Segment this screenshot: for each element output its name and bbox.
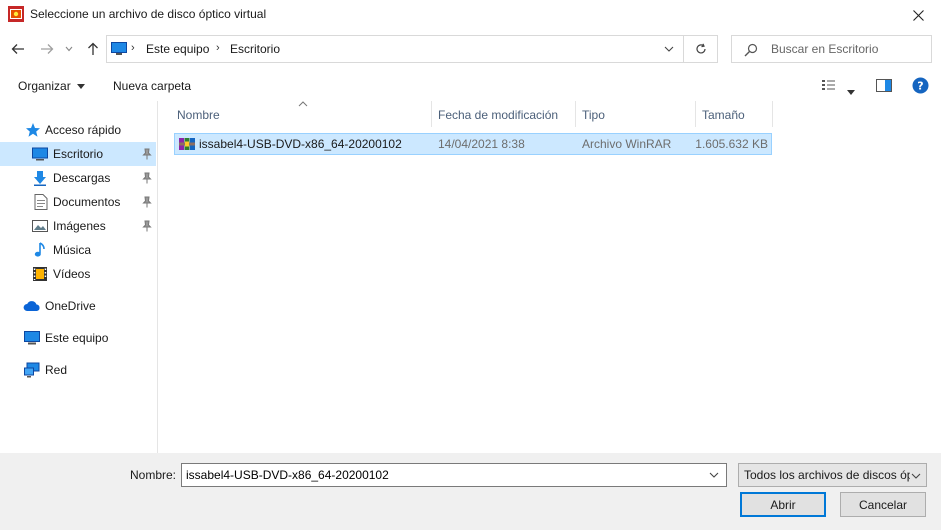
- view-options-dropdown[interactable]: [847, 84, 855, 98]
- nav-item-este-equipo[interactable]: Este equipo: [0, 326, 156, 350]
- file-type-filter-value: Todos los archivos de discos óp: [744, 468, 914, 482]
- cancel-button[interactable]: Cancelar: [840, 492, 926, 517]
- column-header-label: Tamaño: [702, 108, 745, 122]
- column-header-tipo[interactable]: Tipo: [576, 101, 696, 127]
- nav-item-musica[interactable]: Música: [0, 238, 156, 262]
- pictures-icon: [32, 220, 48, 232]
- close-button[interactable]: [895, 0, 941, 30]
- breadcrumb-este-equipo[interactable]: Este equipo: [146, 42, 209, 56]
- star-icon: [26, 123, 40, 137]
- music-icon: [34, 242, 45, 257]
- arrow-left-icon: [11, 44, 24, 54]
- cloud-icon: [23, 301, 40, 311]
- documents-icon: [34, 194, 48, 210]
- file-modified: 14/04/2021 8:38: [438, 137, 525, 151]
- column-header-label: Tipo: [582, 108, 605, 122]
- computer-icon: [111, 42, 127, 55]
- desktop-icon: [32, 147, 48, 161]
- breadcrumb-escritorio[interactable]: Escritorio: [230, 42, 280, 56]
- preview-pane-icon: [876, 79, 892, 92]
- refresh-button[interactable]: [684, 35, 718, 63]
- download-icon: [34, 171, 46, 186]
- pin-icon: [142, 196, 152, 208]
- breadcrumb-separator: ›: [216, 42, 220, 54]
- column-header-fecha[interactable]: Fecha de modificación: [432, 101, 576, 127]
- navigation-pane: Acceso rápido Escritorio Descargas Docum…: [0, 101, 158, 453]
- help-button[interactable]: ?: [912, 77, 929, 97]
- nav-item-imagenes[interactable]: Imágenes: [0, 214, 156, 238]
- help-icon: ?: [912, 77, 929, 94]
- caret-down-icon: [847, 90, 855, 95]
- breadcrumb-separator: ›: [131, 42, 135, 54]
- chevron-down-icon[interactable]: [708, 469, 720, 481]
- window-title: Seleccione un archivo de disco óptico vi…: [30, 7, 267, 21]
- virtualbox-app-icon: [8, 6, 24, 22]
- chevron-down-icon: [65, 46, 73, 52]
- back-button[interactable]: [8, 40, 28, 58]
- nav-item-label: Imágenes: [53, 219, 106, 233]
- column-header-tamano[interactable]: Tamaño: [696, 101, 773, 127]
- close-icon: [912, 9, 924, 21]
- nav-item-label: OneDrive: [45, 299, 96, 313]
- nav-item-acceso-rapido[interactable]: Acceso rápido: [0, 118, 156, 142]
- winrar-archive-icon: [179, 138, 195, 150]
- nav-item-red[interactable]: Red: [0, 358, 156, 382]
- file-name-input[interactable]: [181, 463, 727, 487]
- nav-item-label: Acceso rápido: [45, 123, 122, 137]
- address-bar[interactable]: › Este equipo › Escritorio: [106, 35, 684, 63]
- nav-item-descargas[interactable]: Descargas: [0, 166, 156, 190]
- search-placeholder: Buscar en Escritorio: [771, 42, 879, 56]
- column-header-label: Fecha de modificación: [438, 108, 559, 122]
- nav-item-label: Música: [53, 243, 92, 257]
- nav-item-label: Este equipo: [45, 331, 109, 345]
- column-header-label: Nombre: [177, 108, 220, 122]
- new-folder-button[interactable]: Nueva carpeta: [113, 79, 191, 93]
- svg-text:?: ?: [917, 80, 923, 93]
- nav-item-label: Vídeos: [53, 267, 91, 281]
- caret-down-icon: [76, 84, 85, 90]
- nav-item-label: Documentos: [53, 195, 121, 209]
- file-name-label: Nombre:: [130, 468, 177, 482]
- videos-icon: [33, 267, 47, 281]
- file-type: Archivo WinRAR: [582, 137, 672, 151]
- nav-item-label: Descargas: [53, 171, 111, 185]
- file-type-filter-select[interactable]: Todos los archivos de discos óp: [738, 463, 927, 487]
- pin-icon: [142, 172, 152, 184]
- nav-item-label: Escritorio: [53, 147, 104, 161]
- footer-panel: Nombre: Todos los archivos de discos óp …: [0, 453, 941, 530]
- forward-button[interactable]: [37, 40, 57, 58]
- nav-item-label: Red: [45, 363, 68, 377]
- search-box[interactable]: Buscar en Escritorio: [731, 35, 932, 63]
- refresh-icon: [695, 43, 706, 54]
- arrow-up-icon: [88, 42, 98, 55]
- nav-item-documentos[interactable]: Documentos: [0, 190, 156, 214]
- nav-item-escritorio[interactable]: Escritorio: [0, 142, 156, 166]
- chevron-down-icon[interactable]: [663, 43, 675, 55]
- title-bar: Seleccione un archivo de disco óptico vi…: [0, 0, 941, 30]
- change-view-button[interactable]: [822, 79, 840, 94]
- network-icon: [24, 362, 40, 378]
- nav-item-onedrive[interactable]: OneDrive: [0, 294, 156, 318]
- sort-ascending-icon: [298, 101, 308, 107]
- computer-icon: [24, 331, 40, 345]
- file-size: 1.605.632 KB: [695, 137, 768, 151]
- pin-icon: [142, 220, 152, 232]
- search-icon: [744, 43, 758, 57]
- table-row[interactable]: issabel4-USB-DVD-x86_64-20200102 14/04/2…: [174, 133, 772, 155]
- open-button[interactable]: Abrir: [740, 492, 826, 517]
- organize-label: Organizar: [18, 79, 71, 93]
- preview-pane-button[interactable]: [876, 79, 892, 95]
- up-button[interactable]: [83, 40, 103, 58]
- chevron-down-icon: [910, 470, 922, 482]
- file-name: issabel4-USB-DVD-x86_64-20200102: [199, 137, 402, 151]
- recent-locations-button[interactable]: [62, 40, 76, 58]
- arrow-right-icon: [41, 44, 54, 54]
- details-view-icon: [822, 80, 835, 90]
- pin-icon: [142, 148, 152, 160]
- nav-item-videos[interactable]: Vídeos: [0, 262, 156, 286]
- organize-button[interactable]: Organizar: [18, 79, 85, 93]
